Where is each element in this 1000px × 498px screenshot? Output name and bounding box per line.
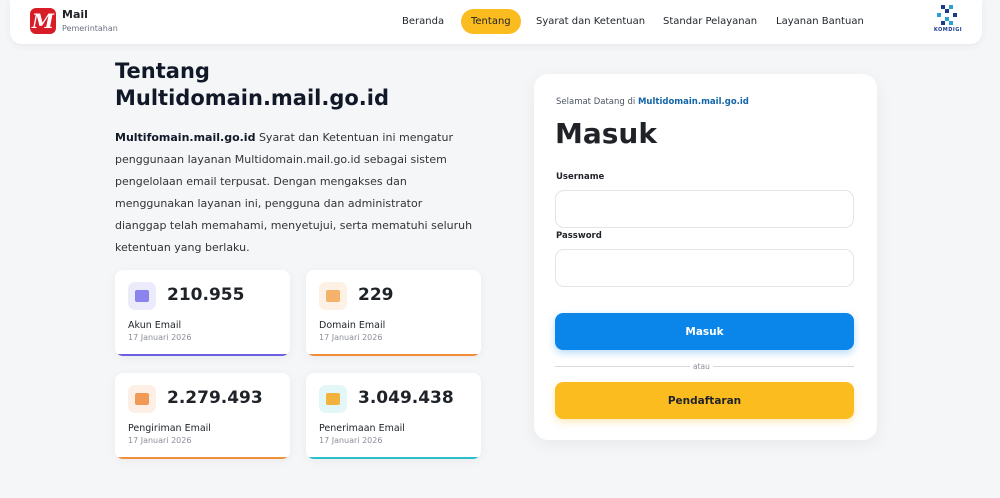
stat-value: 210.955 [167, 285, 245, 305]
stat-label: Penerimaan Email [319, 423, 405, 434]
about-description: Multifomain.mail.go.id Syarat dan Ketent… [115, 127, 475, 259]
stat-accent-bar [115, 354, 290, 356]
register-button[interactable]: Pendaftaran [555, 382, 854, 419]
welcome-text: Selamat Datang di Multidomain.mail.go.id [556, 97, 749, 107]
welcome-domain: Multidomain.mail.go.id [637, 97, 749, 107]
stat-value: 2.279.493 [167, 388, 263, 408]
divider-text: atau [690, 362, 713, 371]
welcome-prefix: Selamat Datang di [556, 97, 636, 107]
stat-value: 229 [358, 285, 394, 305]
stat-date: 17 Januari 2026 [128, 436, 192, 445]
stat-card-domain-email: 229 Domain Email 17 Januari 2026 [306, 270, 481, 356]
stat-label: Pengiriman Email [128, 423, 211, 434]
about-heading: Tentang Multidomain.mail.go.id [115, 59, 390, 110]
brand-title: Mail [62, 8, 88, 21]
stat-label: Akun Email [128, 320, 182, 331]
stat-card-pengiriman-email: 2.279.493 Pengiriman Email 17 Januari 20… [115, 373, 290, 459]
logo-letter: M [31, 9, 55, 33]
username-input[interactable] [555, 190, 854, 228]
brand-subtitle: Pemerintahan [62, 24, 118, 33]
domain-icon [319, 282, 347, 310]
receive-mail-icon [319, 385, 347, 413]
description-text: Syarat dan Ketentuan ini mengatur penggu… [115, 131, 473, 254]
login-button[interactable]: Masuk [555, 313, 854, 350]
stat-date: 17 Januari 2026 [319, 333, 383, 342]
top-navbar: M Mail Pemerintahan Beranda Tentang Syar… [10, 0, 982, 44]
mail-logo-icon[interactable]: M [30, 8, 56, 34]
komdigi-logo-text: KOMDIGI [933, 27, 963, 33]
nav-layanan-bantuan[interactable]: Layanan Bantuan [766, 9, 874, 34]
komdigi-logo: KOMDIGI [928, 5, 968, 39]
login-card: Selamat Datang di Multidomain.mail.go.id… [534, 74, 877, 440]
nav-syarat-ketentuan[interactable]: Syarat dan Ketentuan [526, 9, 655, 34]
stat-card-penerimaan-email: 3.049.438 Penerimaan Email 17 Januari 20… [306, 373, 481, 459]
nav-standar-pelayanan[interactable]: Standar Pelayanan [653, 9, 767, 34]
nav-tentang[interactable]: Tentang [461, 9, 521, 34]
nav-beranda[interactable]: Beranda [392, 9, 454, 34]
password-label: Password [556, 231, 602, 241]
komdigi-mark-icon [937, 5, 957, 25]
accounts-icon [128, 282, 156, 310]
stat-card-akun-email: 210.955 Akun Email 17 Januari 2026 [115, 270, 290, 356]
send-mail-icon [128, 385, 156, 413]
stat-label: Domain Email [319, 320, 386, 331]
description-bold: Multifomain.mail.go.id [115, 131, 256, 144]
stat-accent-bar [115, 457, 290, 459]
login-title: Masuk [555, 117, 657, 150]
stat-date: 17 Januari 2026 [128, 333, 192, 342]
password-input[interactable] [555, 249, 854, 287]
stat-date: 17 Januari 2026 [319, 436, 383, 445]
username-label: Username [556, 172, 605, 182]
stat-accent-bar [306, 457, 481, 459]
stat-value: 3.049.438 [358, 388, 454, 408]
stat-accent-bar [306, 354, 481, 356]
